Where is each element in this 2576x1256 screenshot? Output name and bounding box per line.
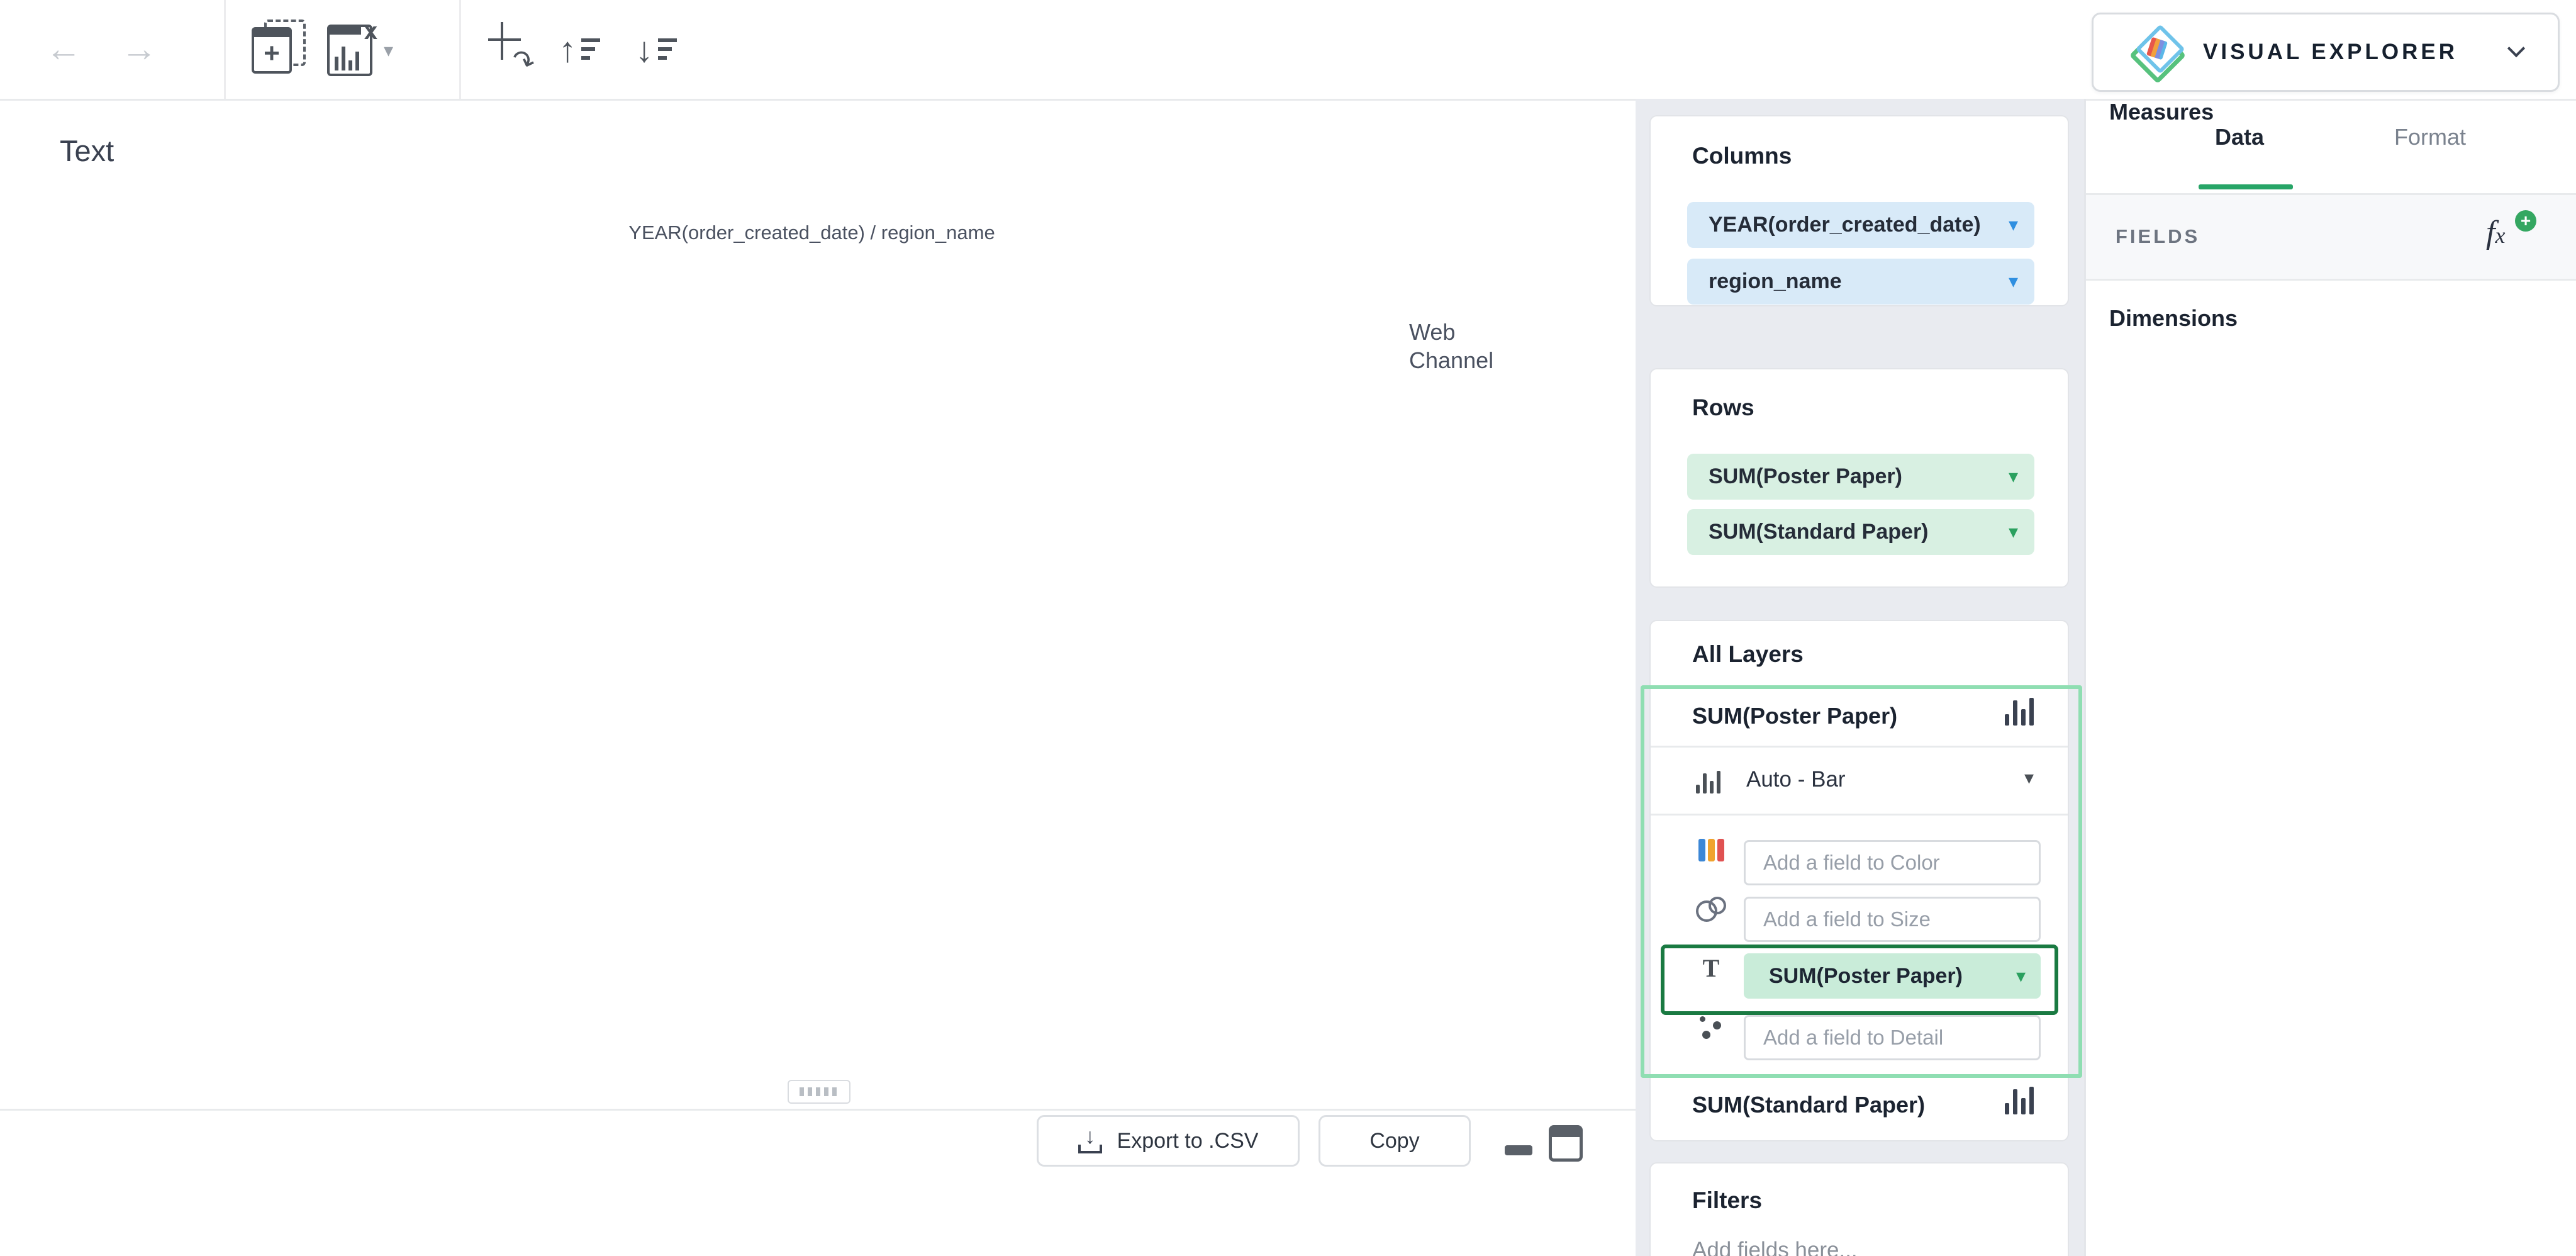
- filters-title: Filters: [1692, 1187, 1762, 1214]
- add-element-icon: [252, 20, 306, 74]
- layer-poster-name[interactable]: SUM(Poster Paper): [1692, 703, 1897, 729]
- filters-placeholder[interactable]: Add fields here...: [1692, 1238, 1858, 1256]
- chevron-down-icon: ▾: [2016, 965, 2026, 987]
- visual-explorer-label: VISUAL EXPLORER: [2203, 40, 2458, 65]
- panel-resize-grip[interactable]: [788, 1080, 850, 1104]
- fields-panel: Data Format FIELDS fx + Dimensions Measu…: [2084, 99, 2576, 1256]
- columns-shelf: Columns YEAR(order_created_date)▾ region…: [1649, 115, 2069, 306]
- filters-shelf: Filters Add fields here...: [1649, 1162, 2069, 1256]
- text-encoding-pill[interactable]: SUM(Poster Paper) ▾: [1744, 953, 2041, 999]
- visual-explorer-logo-icon: [2133, 30, 2177, 74]
- chevron-down-icon: ▾: [2009, 466, 2018, 488]
- chevron-down-icon: ▾: [2009, 521, 2018, 543]
- inspector-panel: Columns YEAR(order_created_date)▾ region…: [1636, 99, 2084, 1256]
- size-field-input[interactable]: [1744, 897, 2041, 942]
- fields-header-band: FIELDS fx +: [2086, 193, 2576, 281]
- add-element-button[interactable]: [252, 21, 306, 72]
- visual-explorer-menu-button[interactable]: VISUAL EXPLORER: [2092, 13, 2560, 92]
- all-layers-panel: All Layers SUM(Poster Paper) Auto - Bar …: [1649, 620, 2069, 1141]
- chart-column-header: YEAR(order_created_date) / region_name: [230, 221, 1393, 244]
- clear-chart-icon: x: [327, 25, 372, 76]
- divider: [1651, 814, 2068, 816]
- detail-field-input[interactable]: [1744, 1015, 2041, 1060]
- bar-chart-icon: [2005, 1087, 2034, 1114]
- sort-descending-icon: ↓: [635, 29, 677, 70]
- legend-title: Web Channel: [1409, 318, 1529, 374]
- all-layers-title: All Layers: [1692, 641, 1804, 668]
- active-tab-underline: [2199, 184, 2293, 189]
- text-encoding-icon: T: [1691, 953, 1731, 983]
- dimensions-title: Dimensions: [2109, 305, 2238, 332]
- pill-sum-standard-paper[interactable]: SUM(Standard Paper)▾: [1687, 509, 2034, 555]
- clear-chart-caret-icon: ▾: [384, 40, 393, 62]
- add-calculated-field-button[interactable]: fx +: [2486, 214, 2536, 254]
- mark-type-select[interactable]: Auto - Bar: [1746, 767, 1846, 792]
- layer-standard-name[interactable]: SUM(Standard Paper): [1692, 1092, 1925, 1118]
- bar-chart-icon: [2005, 698, 2034, 726]
- color-encoding-icon: [1691, 839, 1731, 861]
- copy-button[interactable]: Copy: [1319, 1115, 1471, 1167]
- collapse-panel-icon[interactable]: [1502, 1133, 1535, 1158]
- tab-format[interactable]: Format: [2394, 124, 2466, 150]
- pill-year-order-created-date[interactable]: YEAR(order_created_date)▾: [1687, 202, 2034, 248]
- rows-title: Rows: [1692, 395, 1754, 421]
- back-arrow-icon: ←: [45, 24, 82, 74]
- swap-axes-button[interactable]: ↷: [486, 23, 533, 73]
- detail-encoding-icon: [1691, 1016, 1731, 1039]
- chevron-down-icon: ▾: [2009, 271, 2018, 293]
- rows-shelf: Rows SUM(Poster Paper)▾ SUM(Standard Pap…: [1649, 368, 2069, 588]
- canvas-text-title[interactable]: Text: [60, 133, 114, 168]
- download-icon: [1078, 1128, 1102, 1153]
- visual-explorer-app: ← → x ▾ ↷ ↑: [0, 0, 2576, 1256]
- divider: [0, 1109, 1636, 1111]
- columns-title: Columns: [1692, 143, 1792, 169]
- chevron-down-icon: [2507, 40, 2525, 57]
- mark-type-bar-icon: [1696, 771, 1720, 793]
- toolbar-divider: [459, 0, 461, 99]
- sort-descending-button[interactable]: ↓: [635, 24, 677, 74]
- export-csv-button[interactable]: Export to .CSV: [1037, 1115, 1300, 1167]
- color-field-input[interactable]: [1744, 840, 2041, 885]
- redo-forward-button[interactable]: →: [121, 24, 157, 74]
- undo-back-button[interactable]: ←: [45, 24, 82, 74]
- divider: [1651, 746, 2068, 748]
- expand-panel-icon[interactable]: [1549, 1125, 1583, 1162]
- pill-sum-poster-paper[interactable]: SUM(Poster Paper)▾: [1687, 454, 2034, 500]
- toolbar-divider: [224, 0, 226, 99]
- clear-chart-button[interactable]: x ▾: [327, 25, 393, 76]
- chevron-down-icon: ▾: [2024, 767, 2034, 789]
- swap-axes-icon: ↷: [486, 22, 533, 74]
- tab-data[interactable]: Data: [2215, 124, 2264, 150]
- forward-arrow-icon: →: [121, 24, 157, 74]
- sort-ascending-icon: ↑: [559, 29, 600, 70]
- pill-region-name[interactable]: region_name▾: [1687, 259, 2034, 305]
- chevron-down-icon: ▾: [2009, 214, 2018, 236]
- plus-icon: +: [2515, 210, 2536, 232]
- size-encoding-icon: [1691, 897, 1731, 922]
- measures-title: Measures: [2109, 99, 2214, 125]
- sort-ascending-button[interactable]: ↑: [559, 24, 600, 74]
- fields-header: FIELDS: [2116, 225, 2200, 248]
